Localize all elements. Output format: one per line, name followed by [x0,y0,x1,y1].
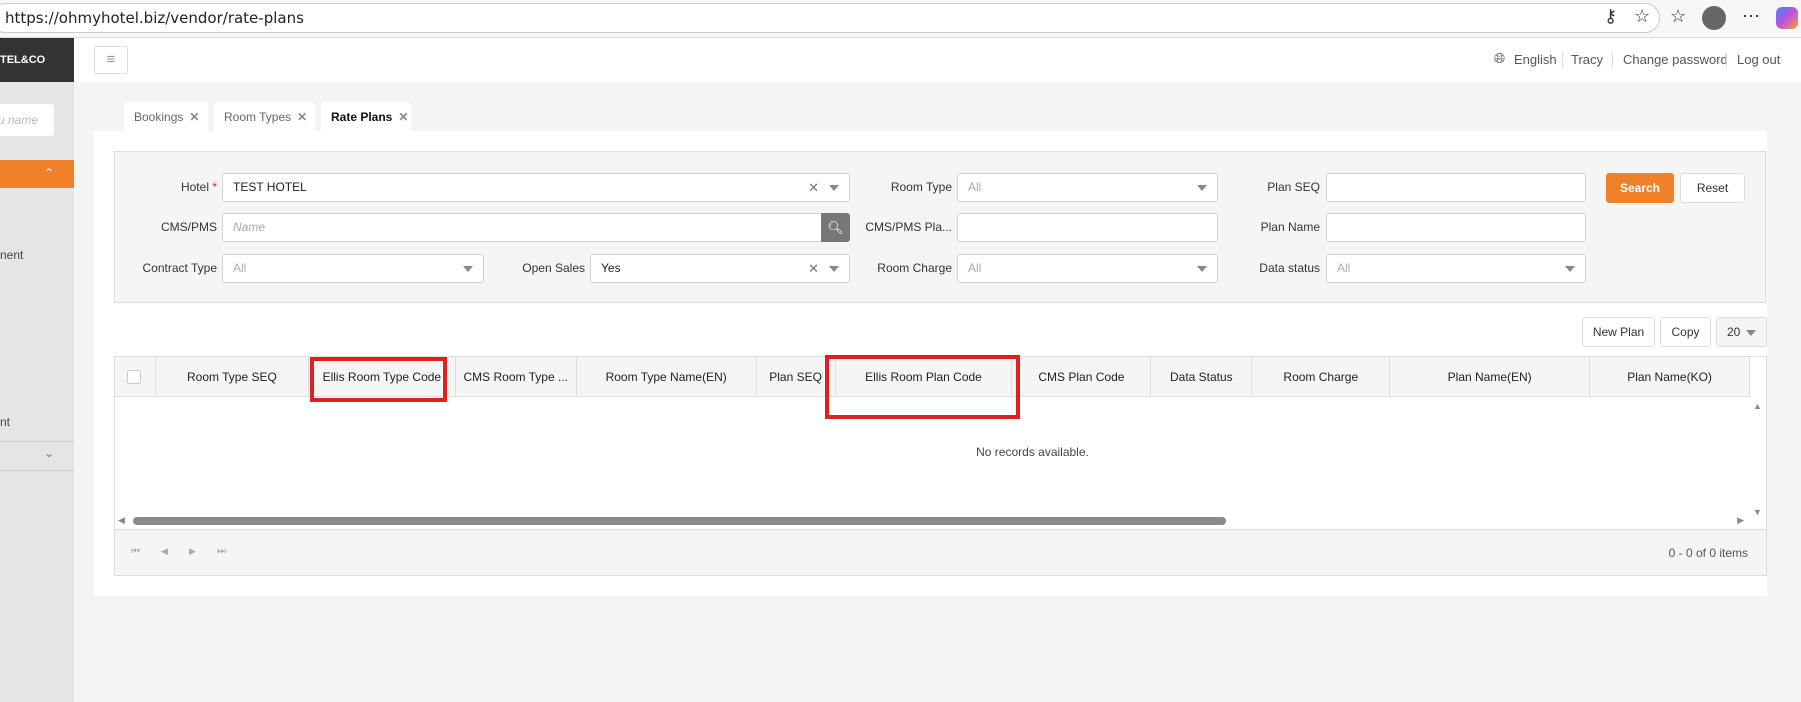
dropdown-arrow-icon [1565,266,1575,272]
open-sales-label: Open Sales [522,261,585,275]
hamburger-menu-button[interactable]: ≡ [94,46,128,74]
search-button[interactable]: Search [1606,173,1674,203]
new-plan-button[interactable]: New Plan [1582,317,1655,347]
close-icon[interactable]: ✕ [189,110,199,124]
reset-button[interactable]: Reset [1680,173,1745,203]
globe-icon: 🌐︎ [1494,50,1506,66]
column-header[interactable]: Plan Name(EN) [1390,357,1591,397]
logout-link[interactable]: Log out [1737,52,1780,67]
hotel-select[interactable]: TEST HOTEL ✕ [222,173,850,202]
divider [1612,52,1613,68]
divider [1726,52,1727,68]
address-bar[interactable]: https://ohmyhotel.biz/vendor/rate-plans [0,3,1660,33]
column-header[interactable]: Plan SEQ [757,357,836,397]
select-all-checkbox[interactable] [127,370,141,384]
pager: ⏮ ◀ ▶ ⏭ 0 - 0 of 0 items [115,529,1766,575]
select-all-checkbox-cell [115,357,156,397]
plan-name-label: Plan Name [1260,220,1320,234]
copy-button[interactable]: Copy [1660,317,1711,347]
close-icon[interactable]: ✕ [297,110,307,124]
divider [0,441,74,442]
contract-type-select[interactable]: All [222,254,484,283]
chevron-up-icon: ⌃ [44,166,55,180]
app-header: ≡ 🌐︎ English Tracy Change password Log o… [74,38,1801,82]
hotel-label: Hotel * [180,180,217,194]
more-icon[interactable]: ⋯ [1742,6,1760,27]
logo[interactable]: TEL&CO [0,38,74,82]
data-status-select[interactable]: All [1326,254,1586,283]
room-charge-label: Room Charge [877,261,952,275]
tab-label: Bookings [134,110,184,124]
language-selector[interactable]: English [1514,52,1557,67]
tab-label: Room Types [224,110,292,124]
vertical-scrollbar[interactable]: ▲ ▼ [1749,397,1766,521]
menu-search-input[interactable]: u name [0,104,54,136]
dropdown-arrow-icon [1746,330,1756,336]
tab-bookings[interactable]: Bookings ✕ [124,102,208,131]
column-header[interactable]: CMS Room Type ... [456,357,577,397]
column-header[interactable]: Room Type Name(EN) [577,357,757,397]
favorites-icon[interactable]: ☆ [1670,6,1686,27]
divider [1562,52,1563,68]
tab-label: Rate Plans [331,110,393,124]
sidebar: TEL&CO u name ⌃ nent nt ⌄ [0,38,74,702]
key-icon[interactable]: ⚷ [1604,6,1617,27]
chevron-down-icon[interactable]: ⌄ [44,446,54,460]
change-password-link[interactable]: Change password [1623,52,1728,67]
column-header[interactable]: Data Status [1151,357,1253,397]
plan-seq-label: Plan SEQ [1267,180,1320,194]
sidebar-menu-active[interactable]: ⌃ [0,160,74,188]
browser-toolbar: https://ohmyhotel.biz/vendor/rate-plans … [0,0,1801,38]
sidebar-item[interactable]: nent [0,248,23,262]
highlight-ellis-room-type-code [310,357,447,402]
horizontal-scrollbar[interactable]: ◀ ▶ [115,514,1750,528]
tab-room-types[interactable]: Room Types ✕ [214,102,315,131]
highlight-ellis-room-plan-code [825,355,1020,419]
data-status-label: Data status [1259,261,1320,275]
copilot-icon[interactable] [1776,7,1798,29]
room-charge-select[interactable]: All [957,254,1218,283]
plan-seq-input[interactable] [1326,173,1586,202]
clear-icon[interactable]: ✕ [808,174,819,201]
clear-icon[interactable]: ✕ [808,255,819,282]
cms-pms-plan-input[interactable] [957,213,1218,242]
profile-avatar[interactable] [1702,6,1726,30]
pager-summary: 0 - 0 of 0 items [1668,546,1748,560]
cms-pms-plan-label: CMS/PMS Pla... [865,220,952,234]
column-header[interactable]: Plan Name(KO) [1590,357,1751,397]
first-page-icon[interactable]: ⏮ [131,546,140,557]
cms-pms-input[interactable]: Name 🔍︎ [222,213,850,242]
user-name[interactable]: Tracy [1571,52,1603,67]
room-type-select[interactable]: All [957,173,1218,202]
close-icon[interactable]: ✕ [398,110,408,124]
column-header[interactable]: CMS Plan Code [1012,357,1152,397]
divider [0,470,74,471]
next-page-icon[interactable]: ▶ [189,546,196,557]
column-header[interactable]: Room Type SEQ [156,357,309,397]
contract-type-label: Contract Type [142,261,217,275]
last-page-icon[interactable]: ⏭ [217,546,226,557]
empty-message: No records available. [976,445,1089,459]
tab-rate-plans[interactable]: Rate Plans ✕ [321,102,411,131]
filter-panel: Hotel * TEST HOTEL ✕ CMS/PMS Name 🔍︎ Contr… [114,151,1766,303]
cms-pms-label: CMS/PMS [160,220,217,234]
star-icon[interactable]: ☆ [1634,6,1650,27]
column-header[interactable]: Room Charge [1252,357,1391,397]
plan-name-input[interactable] [1326,213,1586,242]
page-size-select[interactable]: 20 [1716,317,1767,347]
scrollbar-thumb[interactable] [133,517,1226,525]
room-type-label: Room Type [890,180,952,194]
previous-page-icon[interactable]: ◀ [161,546,168,557]
open-sales-select[interactable]: Yes ✕ [590,254,850,283]
sidebar-item[interactable]: nt [0,415,10,429]
